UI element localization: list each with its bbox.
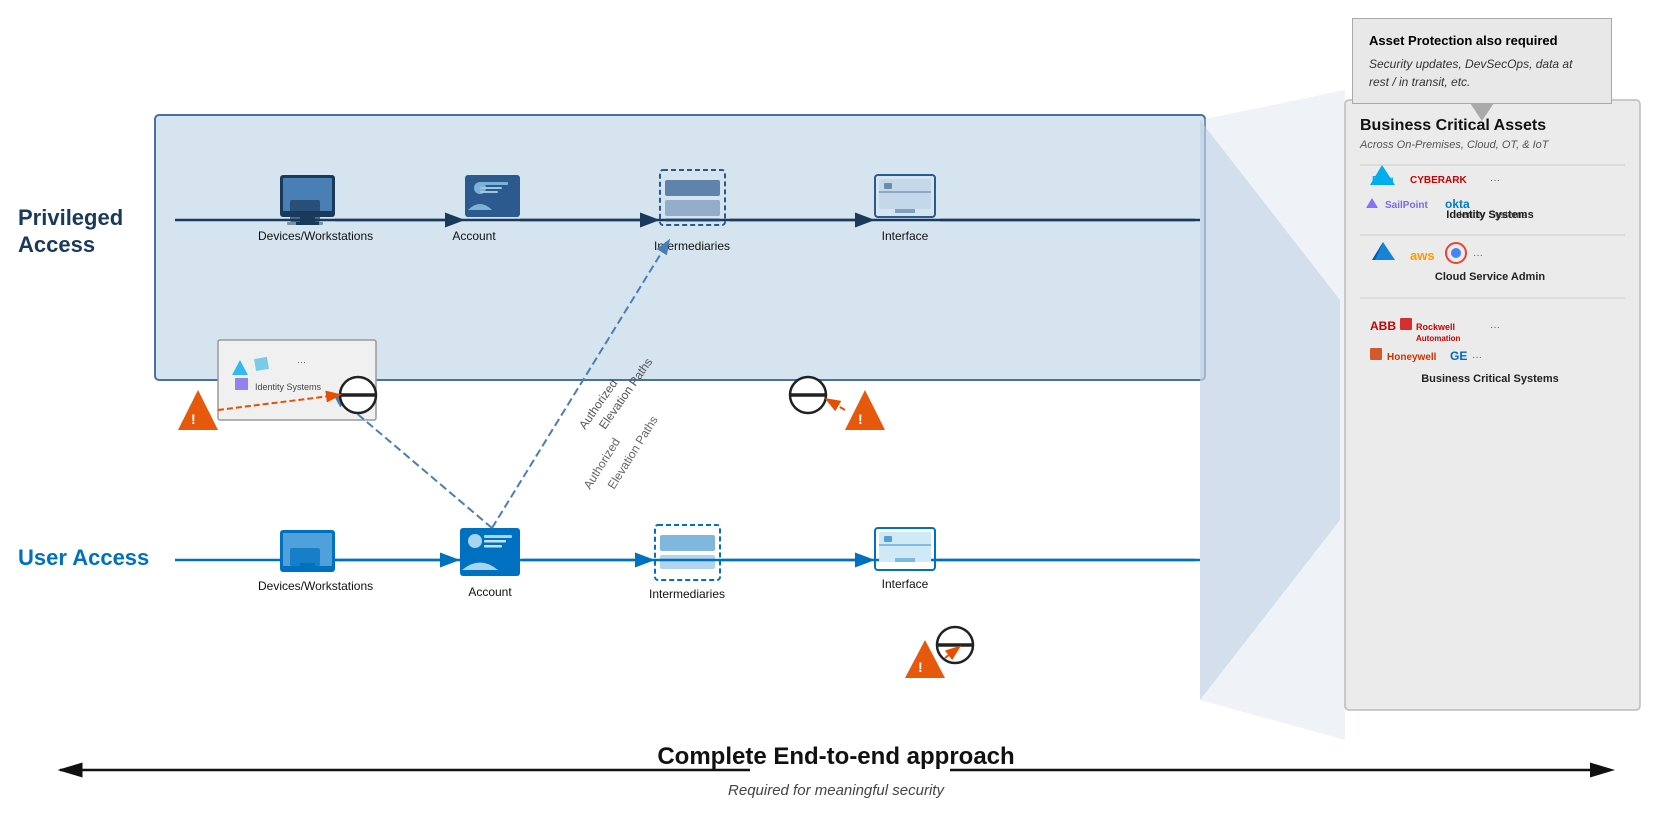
- svg-text:···: ···: [1490, 175, 1500, 186]
- svg-text:CYBERARK: CYBERARK: [1410, 175, 1467, 186]
- svg-text:Across On-Premises, Cloud, OT,: Across On-Premises, Cloud, OT, & IoT: [1359, 139, 1550, 151]
- svg-text:···: ···: [1472, 352, 1482, 363]
- svg-text:···: ···: [1490, 322, 1500, 333]
- svg-text:Devices/Workstations: Devices/Workstations: [258, 579, 373, 593]
- svg-text:Cloud Service Admin: Cloud Service Admin: [1435, 271, 1546, 283]
- svg-text:···: ···: [1473, 250, 1483, 261]
- svg-text:Devices/Workstations: Devices/Workstations: [258, 229, 373, 243]
- svg-text:Account: Account: [468, 585, 512, 599]
- svg-text:Identity Systems: Identity Systems: [1446, 209, 1533, 221]
- svg-text:Complete End-to-end approach: Complete End-to-end approach: [657, 743, 1014, 770]
- svg-text:Access: Access: [18, 232, 95, 257]
- svg-text:Rockwell: Rockwell: [1416, 322, 1455, 332]
- svg-text:User Access: User Access: [18, 545, 149, 570]
- svg-text:ABB: ABB: [1370, 319, 1396, 333]
- svg-text:Required for meaningful securi: Required for meaningful security: [728, 782, 945, 799]
- svg-text:!: !: [858, 411, 863, 427]
- svg-text:Privileged: Privileged: [18, 205, 123, 230]
- svg-text:Interface: Interface: [882, 577, 929, 591]
- svg-text:SailPoint: SailPoint: [1385, 200, 1428, 211]
- main-diagram: Asset Protection also required Security …: [0, 0, 1672, 836]
- svg-text:Business Critical Assets: Business Critical Assets: [1360, 117, 1546, 134]
- svg-text:Identity Systems: Identity Systems: [255, 382, 322, 392]
- svg-text:Business Critical Systems: Business Critical Systems: [1421, 373, 1559, 385]
- callout-title: Asset Protection also required: [1369, 31, 1595, 51]
- svg-text:Honeywell: Honeywell: [1387, 352, 1437, 363]
- svg-text:aws: aws: [1410, 248, 1435, 263]
- svg-text:Automation: Automation: [1416, 334, 1461, 343]
- svg-text:Ping: Ping: [1372, 175, 1394, 186]
- svg-text:···: ···: [297, 357, 306, 367]
- svg-text:Interface: Interface: [882, 229, 929, 243]
- svg-text:Account: Account: [452, 229, 496, 243]
- svg-text:Intermediaries: Intermediaries: [649, 587, 725, 601]
- svg-text:GE: GE: [1450, 349, 1467, 363]
- svg-text:!: !: [191, 411, 196, 427]
- svg-text:!: !: [918, 659, 923, 675]
- callout-text: Security updates, DevSecOps, data at res…: [1369, 55, 1595, 91]
- asset-callout: Asset Protection also required Security …: [1352, 18, 1612, 104]
